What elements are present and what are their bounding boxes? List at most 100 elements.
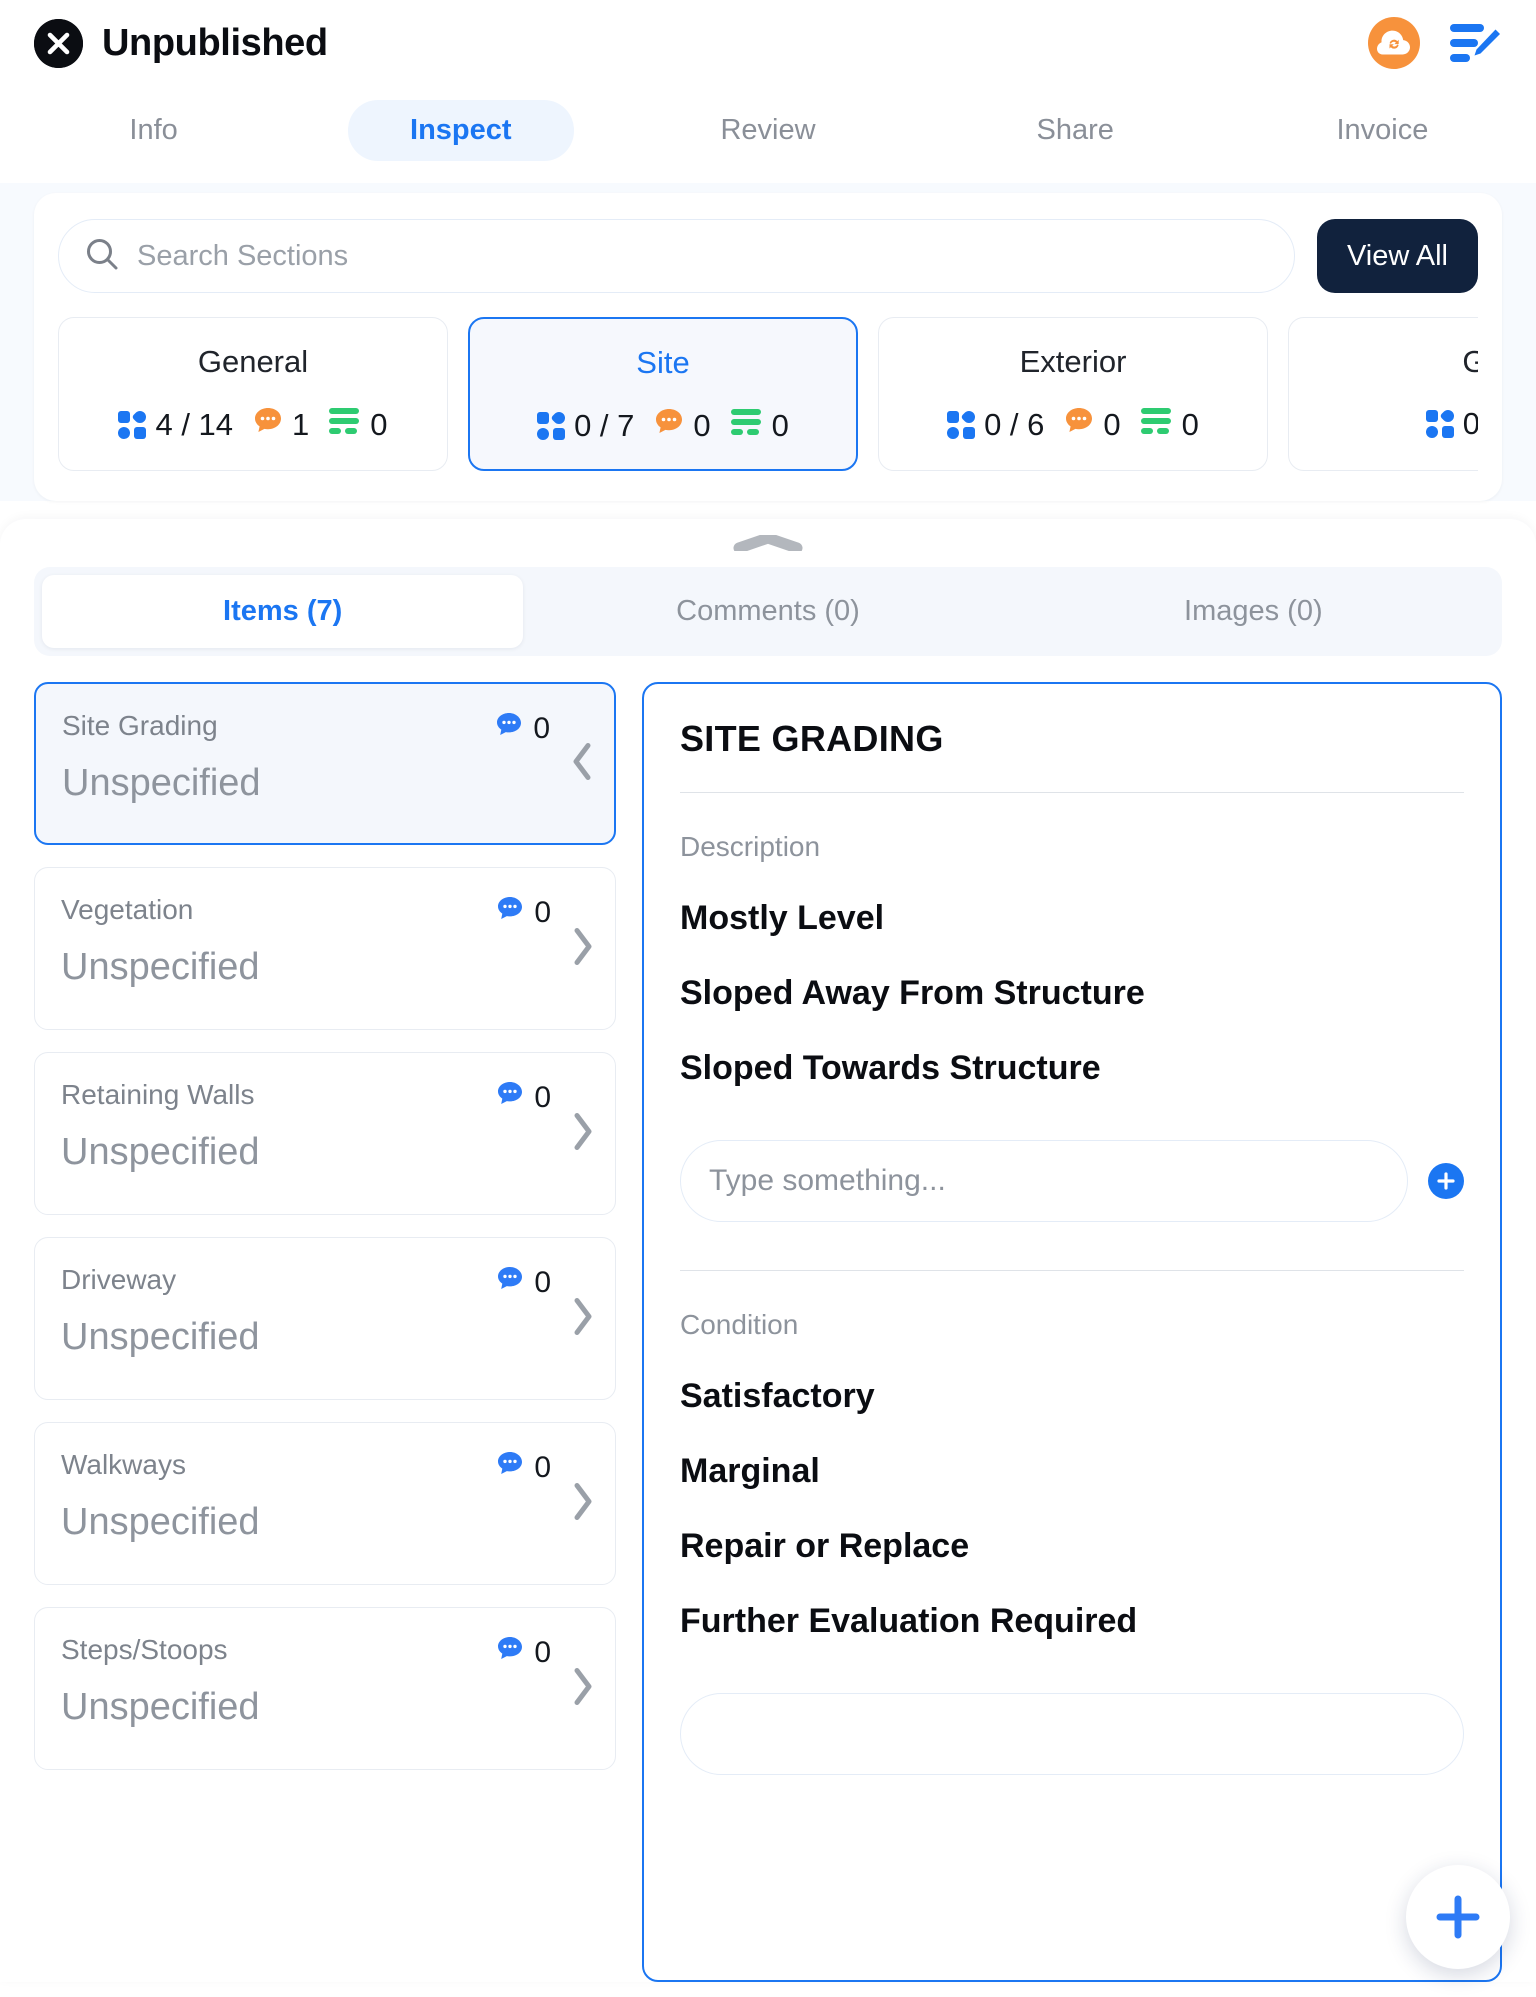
stat-items-value: 0 / 6	[984, 407, 1045, 442]
condition-input[interactable]	[680, 1693, 1464, 1775]
description-option-sloped-towards[interactable]: Sloped Towards Structure	[680, 1049, 1464, 1088]
stat-items: 0 / 6	[947, 407, 1044, 443]
condition-label: Condition	[680, 1309, 799, 1340]
list-item-steps-stoops[interactable]: Steps/Stoops 0 Unspecified	[34, 1607, 616, 1770]
list-item-header: Site Grading 0	[62, 710, 588, 748]
comment-bubble-icon	[654, 407, 684, 445]
tab-inspect[interactable]: Inspect	[348, 100, 574, 161]
list-item-comment-count: 0	[534, 1266, 551, 1299]
list-item-site-grading[interactable]: Site Grading 0 Unspecified	[34, 682, 616, 845]
edit-list-icon[interactable]	[1448, 18, 1502, 68]
comment-bubble-icon	[495, 1079, 525, 1117]
list-item-comment-count: 0	[534, 1636, 551, 1669]
tab-wrap-info: Info	[0, 100, 307, 161]
section-card-general[interactable]: General 4 / 14 1 0	[58, 317, 448, 471]
list-item-vegetation[interactable]: Vegetation 0 Unspecified	[34, 867, 616, 1030]
subtab-images[interactable]: Images (0)	[1013, 575, 1494, 648]
list-item-label: Walkways	[61, 1449, 186, 1480]
subtab-items[interactable]: Items (7)	[42, 575, 524, 648]
list-item-header: Steps/Stoops 0	[61, 1634, 589, 1672]
condition-divider	[680, 1270, 1464, 1271]
grid-items-icon	[537, 409, 568, 440]
tab-invoice[interactable]: Invoice	[1229, 100, 1536, 161]
chevron-right-icon[interactable]	[569, 1664, 597, 1713]
condition-add-row	[680, 1693, 1464, 1775]
stat-lines: 0	[730, 408, 789, 444]
tab-wrap-inspect: Inspect	[307, 100, 614, 161]
description-add-row: Type something...	[680, 1140, 1464, 1222]
grid-items-icon	[118, 408, 149, 439]
stat-lines: 0	[1140, 407, 1199, 443]
tab-wrap-share: Share	[922, 100, 1229, 161]
section-name: Ga	[1462, 344, 1478, 379]
list-item-walkways[interactable]: Walkways 0 Unspecified	[34, 1422, 616, 1585]
section-card-garage[interactable]: Ga 0 / 16	[1288, 317, 1478, 471]
chevron-right-icon[interactable]	[569, 1294, 597, 1343]
stat-comments-value: 0	[693, 408, 711, 443]
item-detail-panel: SITE GRADING Description Mostly Level Sl…	[642, 682, 1502, 1982]
grid-items-icon	[1425, 407, 1457, 438]
list-item-value: Unspecified	[61, 1501, 260, 1543]
list-item-value: Unspecified	[61, 1131, 260, 1173]
items-list[interactable]: Site Grading 0 Unspecified Vegetation 0 …	[34, 682, 616, 1792]
primary-tabbar: Info Inspect Review Share Invoice	[0, 86, 1536, 183]
detail-sheet: Items (7) Comments (0) Images (0) Site G…	[0, 519, 1536, 1982]
section-card-exterior[interactable]: Exterior 0 / 6 0 0	[878, 317, 1268, 471]
section-stats: 0 / 7 0 0	[480, 407, 846, 445]
description-option-sloped-away[interactable]: Sloped Away From Structure	[680, 974, 1464, 1013]
stat-lines-value: 0	[370, 407, 388, 442]
list-item-value: Unspecified	[62, 762, 261, 804]
list-item-retaining-walls[interactable]: Retaining Walls 0 Unspecified	[34, 1052, 616, 1215]
view-all-button[interactable]: View All	[1316, 219, 1478, 293]
section-name: Exterior	[1019, 344, 1127, 379]
list-item-comment-count: 0	[534, 1451, 551, 1484]
condition-option-marginal[interactable]: Marginal	[680, 1452, 1464, 1491]
stat-comments-value: 0	[1103, 407, 1121, 442]
tab-wrap-review: Review	[614, 100, 921, 161]
comment-bubble-icon	[495, 894, 525, 932]
comment-bubble-icon	[253, 406, 283, 444]
add-item-fab[interactable]	[1406, 1865, 1510, 1969]
section-stats: 0 / 16	[1299, 406, 1478, 442]
tab-info[interactable]: Info	[0, 100, 307, 161]
subtab-comments[interactable]: Comments (0)	[527, 575, 1008, 648]
cloud-sync-icon[interactable]	[1368, 17, 1420, 69]
list-item-driveway[interactable]: Driveway 0 Unspecified	[34, 1237, 616, 1400]
tab-review[interactable]: Review	[614, 100, 921, 161]
description-option-mostly-level[interactable]: Mostly Level	[680, 899, 1464, 938]
detail-divider	[680, 792, 1464, 793]
tab-wrap-invoice: Invoice	[1229, 100, 1536, 161]
stat-items: 0 / 7	[537, 408, 634, 444]
sections-carousel[interactable]: General 4 / 14 1 0 Site 0 / 7 0 0 Exteri…	[58, 317, 1478, 471]
condition-option-further-evaluation-required[interactable]: Further Evaluation Required	[680, 1602, 1464, 1641]
sections-panel-background: Search Sections View All General 4 / 14	[0, 183, 1536, 501]
sections-panel: Search Sections View All General 4 / 14	[34, 193, 1502, 501]
list-item-label: Vegetation	[61, 894, 194, 925]
stat-comments: 0	[1064, 406, 1121, 444]
condition-option-repair-or-replace[interactable]: Repair or Replace	[680, 1527, 1464, 1566]
list-item-label: Steps/Stoops	[61, 1634, 228, 1665]
section-name: Site	[636, 345, 690, 380]
search-input[interactable]: Search Sections	[137, 240, 348, 273]
tab-share[interactable]: Share	[922, 100, 1229, 161]
section-card-site[interactable]: Site 0 / 7 0 0	[468, 317, 858, 471]
condition-option-satisfactory[interactable]: Satisfactory	[680, 1377, 1464, 1416]
description-input[interactable]: Type something...	[680, 1140, 1408, 1222]
close-circle-icon[interactable]	[34, 18, 83, 68]
sheet-drag-handle[interactable]	[733, 532, 803, 554]
comment-bubble-icon	[495, 1449, 525, 1487]
plus-icon	[1436, 1895, 1480, 1939]
search-sections-box[interactable]: Search Sections	[58, 219, 1295, 293]
comment-bubble-icon	[1064, 406, 1094, 444]
chevron-right-icon[interactable]	[569, 1109, 597, 1158]
stat-items-value: 0 / 16	[1462, 406, 1478, 441]
header-left-group: Unpublished	[34, 18, 328, 68]
chevron-right-icon[interactable]	[569, 924, 597, 973]
stat-comments: 0	[654, 407, 711, 445]
header-actions	[1368, 17, 1502, 69]
chevron-right-icon[interactable]	[569, 1479, 597, 1528]
search-row: Search Sections View All	[58, 219, 1478, 293]
chevron-left-icon[interactable]	[568, 739, 596, 788]
plus-icon-description[interactable]	[1428, 1163, 1464, 1199]
list-item-value: Unspecified	[61, 946, 260, 988]
